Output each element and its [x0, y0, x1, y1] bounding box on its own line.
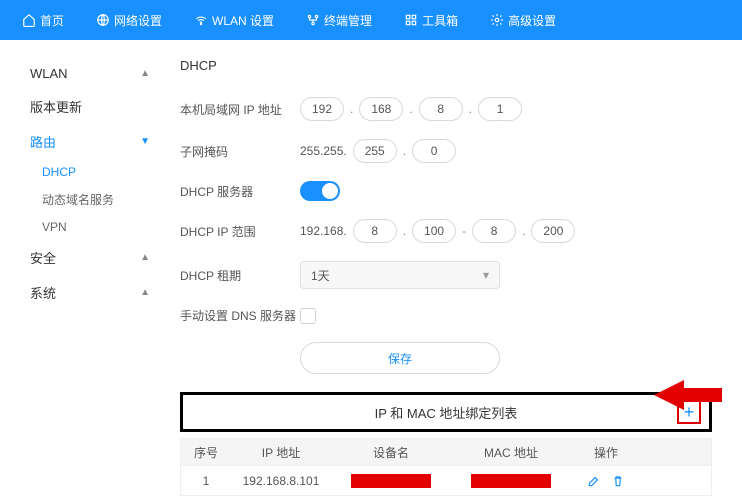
- range-b3[interactable]: [472, 219, 516, 243]
- nav-network-label: 网络设置: [114, 12, 162, 29]
- subnet-prefix: 255.255.: [300, 144, 347, 158]
- sidebar-vpn[interactable]: VPN: [30, 214, 170, 240]
- page-title: DHCP: [180, 58, 712, 73]
- lan-ip-3[interactable]: [419, 97, 463, 121]
- subnet-label: 子网掩码: [180, 143, 300, 160]
- nav-network[interactable]: 网络设置: [94, 8, 164, 33]
- globe-icon: [96, 13, 110, 27]
- dhcp-server-label: DHCP 服务器: [180, 183, 300, 200]
- chevron-up-icon: ▲: [140, 287, 150, 298]
- sidebar-routing[interactable]: 路由▼: [30, 124, 170, 159]
- lan-ip-2[interactable]: [359, 97, 403, 121]
- nav-toolbox[interactable]: 工具箱: [402, 8, 460, 33]
- sidebar-ddns[interactable]: 动态域名服务: [30, 185, 170, 214]
- table-header: 序号 IP 地址 设备名 MAC 地址 操作: [180, 438, 712, 466]
- subnet-3[interactable]: [353, 139, 397, 163]
- content: DHCP 本机局域网 IP 地址 . . . 子网掩码 255.255. . D…: [170, 40, 742, 500]
- nav-home[interactable]: 首页: [20, 8, 66, 33]
- range-a4[interactable]: [412, 219, 456, 243]
- toolbox-icon: [404, 13, 418, 27]
- dhcp-server-toggle[interactable]: [300, 181, 340, 201]
- chevron-up-icon: ▲: [140, 252, 150, 263]
- binding-table-title: IP 和 MAC 地址绑定列表 +: [180, 392, 712, 432]
- terminal-icon: [306, 13, 320, 27]
- redacted-mac: [471, 474, 551, 488]
- sidebar: WLAN▲ 版本更新 路由▼ DHCP 动态域名服务 VPN 安全▲ 系统▲: [0, 40, 170, 500]
- sidebar-dhcp[interactable]: DHCP: [30, 159, 170, 185]
- chevron-down-icon: ▼: [140, 136, 150, 147]
- delete-icon[interactable]: [611, 474, 625, 488]
- sidebar-version[interactable]: 版本更新: [30, 89, 170, 124]
- subnet-4[interactable]: [412, 139, 456, 163]
- lan-ip-label: 本机局域网 IP 地址: [180, 101, 300, 118]
- nav-terminal[interactable]: 终端管理: [304, 8, 374, 33]
- home-icon: [22, 13, 36, 27]
- sidebar-system[interactable]: 系统▲: [30, 275, 170, 310]
- save-button[interactable]: 保存: [300, 342, 500, 374]
- wifi-icon: [194, 13, 208, 27]
- nav-wlan[interactable]: WLAN 设置: [192, 8, 276, 33]
- redacted-device: [351, 474, 431, 488]
- sidebar-wlan[interactable]: WLAN▲: [30, 58, 170, 89]
- chevron-up-icon: ▲: [140, 68, 150, 79]
- add-binding-button[interactable]: +: [677, 400, 701, 424]
- nav-advanced[interactable]: 高级设置: [488, 8, 558, 33]
- lan-ip-4[interactable]: [478, 97, 522, 121]
- table-row: 1 192.168.8.101: [180, 466, 712, 496]
- range-b4[interactable]: [531, 219, 575, 243]
- edit-icon[interactable]: [587, 474, 601, 488]
- nav-home-label: 首页: [40, 12, 64, 29]
- manual-dns-label: 手动设置 DNS 服务器: [180, 307, 300, 324]
- nav-wlan-label: WLAN 设置: [212, 12, 274, 29]
- nav-advanced-label: 高级设置: [508, 12, 556, 29]
- nav-terminal-label: 终端管理: [324, 12, 372, 29]
- gear-icon: [490, 13, 504, 27]
- dhcp-range-label: DHCP IP 范围: [180, 223, 300, 240]
- range-a3[interactable]: [353, 219, 397, 243]
- chevron-down-icon: ▾: [483, 268, 489, 282]
- lease-select[interactable]: 1天▾: [300, 261, 500, 289]
- lease-label: DHCP 租期: [180, 267, 300, 284]
- nav-toolbox-label: 工具箱: [422, 12, 458, 29]
- range-prefix: 192.168.: [300, 224, 347, 238]
- manual-dns-checkbox[interactable]: [300, 308, 316, 324]
- sidebar-security[interactable]: 安全▲: [30, 240, 170, 275]
- lan-ip-1[interactable]: [300, 97, 344, 121]
